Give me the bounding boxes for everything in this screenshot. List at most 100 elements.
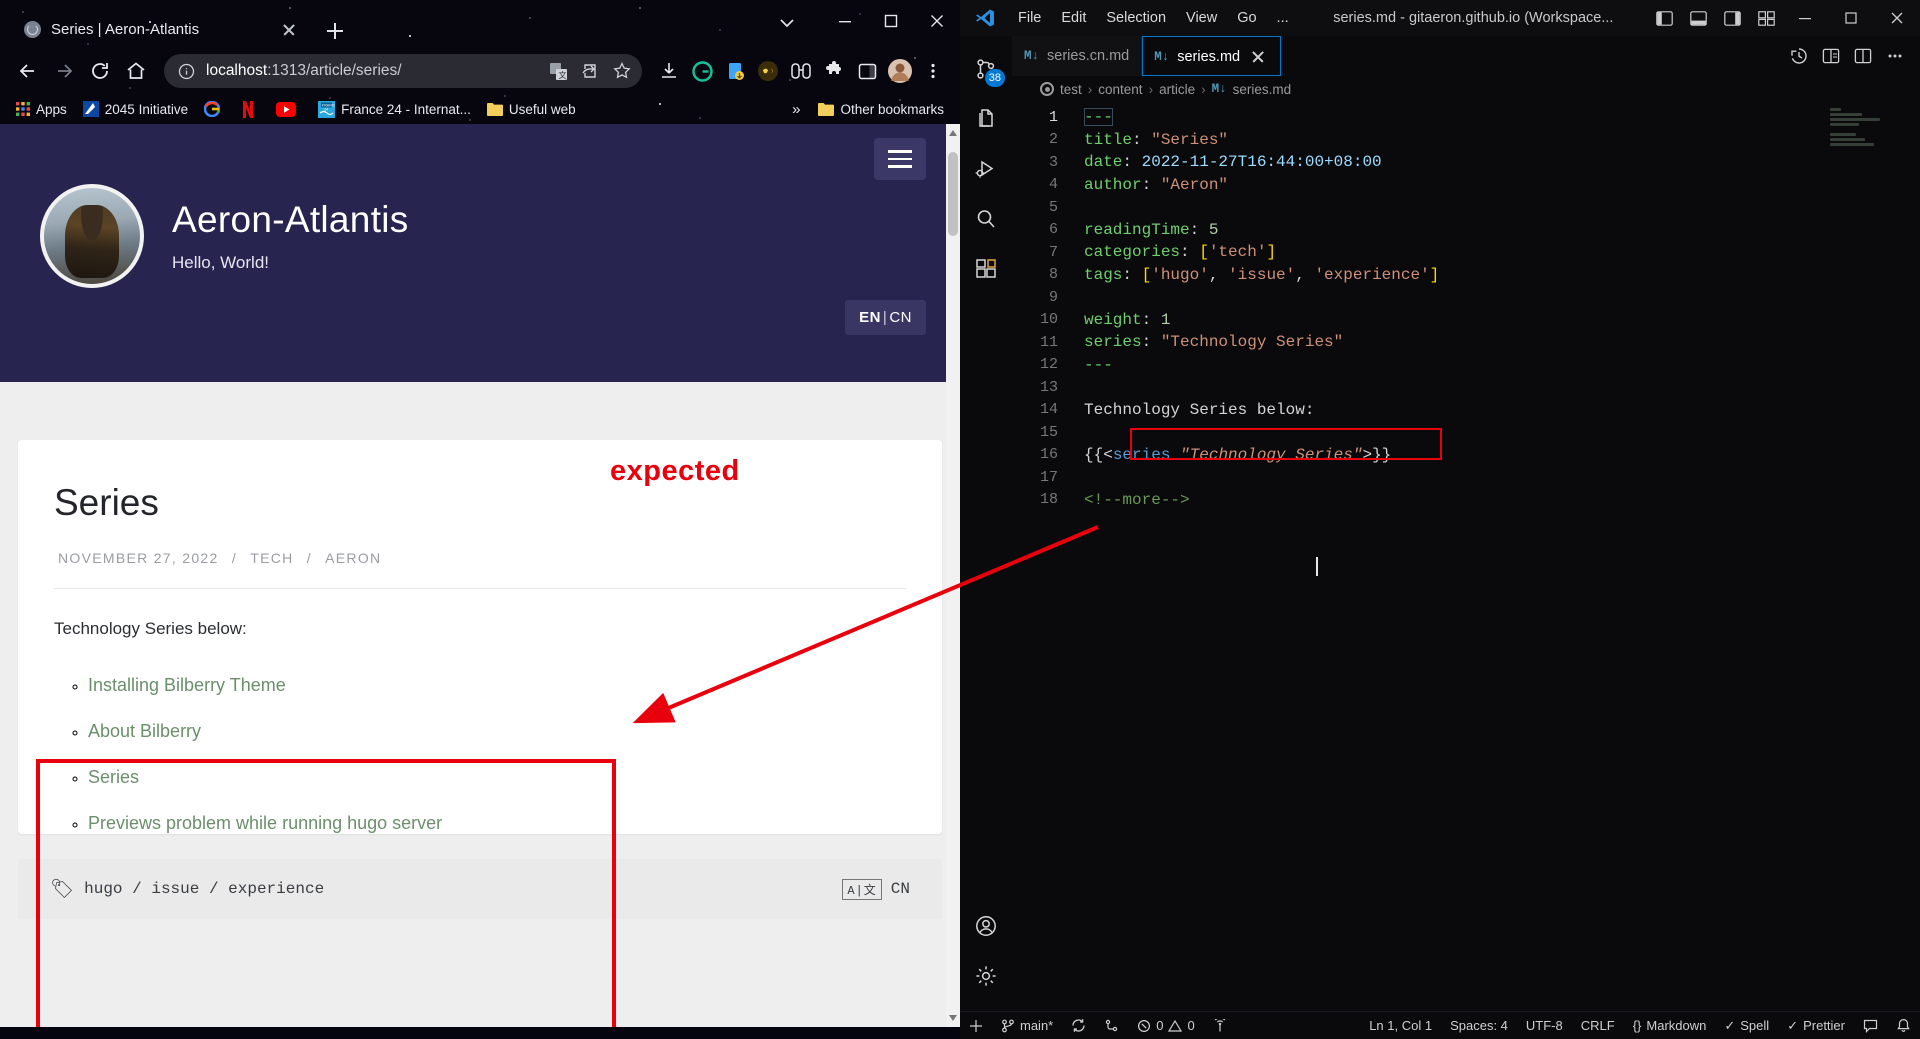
toggle-primary-sidebar-icon[interactable]: [1648, 4, 1680, 32]
scrollbar-thumb[interactable]: [948, 152, 958, 236]
activity-account-icon[interactable]: [960, 901, 1012, 951]
status-encoding[interactable]: UTF-8: [1517, 1012, 1572, 1039]
bookmark-france24[interactable]: FRANCE24 France 24 - Internat...: [312, 99, 477, 120]
bookmark-google[interactable]: [198, 99, 232, 119]
site-info-icon[interactable]: [174, 59, 198, 83]
code-line-text[interactable]: <!--more-->: [1084, 491, 1190, 509]
menu-selection[interactable]: Selection: [1096, 6, 1176, 30]
bookmark-apps[interactable]: Apps: [10, 100, 73, 119]
activity-run-debug-icon[interactable]: [960, 144, 1012, 194]
tags-text[interactable]: hugo / issue / experience: [84, 880, 324, 898]
forward-button[interactable]: [48, 55, 80, 87]
close-tab-icon[interactable]: [278, 18, 300, 40]
infinity-extension-icon[interactable]: [753, 56, 783, 86]
close-editor-tab-icon[interactable]: [1248, 47, 1268, 67]
series-link[interactable]: Previews problem while running hugo serv…: [88, 813, 442, 833]
site-menu-button[interactable]: [874, 138, 926, 180]
code-line-text[interactable]: readingTime: 5: [1084, 221, 1218, 239]
language-switcher[interactable]: EN | CN: [845, 300, 926, 335]
breadcrumb-item[interactable]: content: [1098, 82, 1142, 97]
code-line-text[interactable]: weight: 1: [1084, 311, 1170, 329]
document-extension-icon[interactable]: [720, 56, 750, 86]
reload-button[interactable]: [84, 55, 116, 87]
bookmark-folder-useful-web[interactable]: Useful web: [481, 100, 582, 119]
code-line-text[interactable]: ---: [1084, 356, 1113, 374]
editor-tab-series[interactable]: M↓ series.md: [1142, 36, 1282, 76]
series-link[interactable]: Series: [88, 767, 139, 787]
translate-icon[interactable]: 文: [546, 59, 570, 83]
series-link[interactable]: About Bilberry: [88, 721, 201, 741]
timeline-history-icon[interactable]: [1784, 41, 1814, 71]
split-editor-icon[interactable]: [1848, 41, 1878, 71]
bookmark-2045-initiative[interactable]: 2045 Initiative: [77, 99, 194, 119]
minimize-button[interactable]: [822, 0, 868, 42]
toggle-secondary-sidebar-icon[interactable]: [1716, 4, 1748, 32]
scroll-down-icon[interactable]: [946, 1011, 960, 1025]
activity-explorer-icon[interactable]: [960, 94, 1012, 144]
bookmarks-overflow-button[interactable]: »: [786, 99, 806, 120]
puzzle-extensions-icon[interactable]: [819, 56, 849, 86]
vscode-maximize-button[interactable]: [1828, 0, 1874, 36]
editor-more-actions-icon[interactable]: [1880, 41, 1910, 71]
code-line-text[interactable]: categories: ['tech']: [1084, 243, 1276, 261]
menu-file[interactable]: File: [1008, 6, 1051, 30]
status-eol[interactable]: CRLF: [1572, 1012, 1624, 1039]
browser-menu-icon[interactable]: [918, 56, 948, 86]
browser-tab-series[interactable]: Series | Aeron-Atlantis: [10, 10, 310, 48]
new-tab-button[interactable]: [318, 14, 352, 48]
minimap[interactable]: [1830, 108, 1906, 148]
breadcrumb-item[interactable]: article: [1159, 82, 1195, 97]
code-editor[interactable]: 1 --- 2 title: "Series" 3 date: 2022-11-27T16…: [1012, 102, 1920, 1011]
status-spell-checker[interactable]: ✓ Spell: [1715, 1012, 1778, 1039]
binoculars-extension-icon[interactable]: [786, 56, 816, 86]
lang-en[interactable]: EN: [859, 309, 881, 326]
menu-edit[interactable]: Edit: [1051, 6, 1096, 30]
address-bar[interactable]: localhost:1313/article/series/ 文: [164, 54, 642, 88]
scroll-up-icon[interactable]: [946, 126, 960, 140]
post-category[interactable]: TECH: [250, 550, 293, 566]
chevron-down-icon[interactable]: [774, 10, 800, 36]
home-button[interactable]: [120, 55, 152, 87]
open-preview-icon[interactable]: [1816, 41, 1846, 71]
page-scrollbar[interactable]: [946, 124, 960, 1027]
bookmark-youtube[interactable]: [270, 100, 308, 119]
grammarly-extension-icon[interactable]: [687, 56, 717, 86]
bookmark-other-bookmarks[interactable]: Other bookmarks: [812, 100, 950, 119]
menu-more[interactable]: ...: [1267, 6, 1299, 30]
status-branch[interactable]: main*: [992, 1012, 1062, 1039]
breadcrumb-item[interactable]: series.md: [1233, 82, 1292, 97]
code-line-text[interactable]: title: "Series": [1084, 131, 1228, 149]
status-cursor-position[interactable]: Ln 1, Col 1: [1360, 1012, 1441, 1039]
editor-tab-series-cn[interactable]: M↓ series.cn.md: [1012, 36, 1143, 76]
status-problems[interactable]: 0 0: [1128, 1012, 1203, 1039]
menu-view[interactable]: View: [1176, 6, 1227, 30]
status-ports-icon[interactable]: [1095, 1012, 1128, 1039]
activity-extensions-icon[interactable]: [960, 244, 1012, 294]
code-line-text[interactable]: tags: ['hugo', 'issue', 'experience']: [1084, 266, 1439, 284]
vscode-minimize-button[interactable]: [1782, 0, 1828, 36]
series-link[interactable]: Installing Bilberry Theme: [88, 675, 286, 695]
downloads-icon[interactable]: [654, 56, 684, 86]
lang-cn[interactable]: CN: [889, 309, 912, 326]
code-line-text[interactable]: ---: [1084, 108, 1113, 126]
bookmark-star-icon[interactable]: [610, 59, 634, 83]
maximize-button[interactable]: [868, 0, 914, 42]
status-feedback-icon[interactable]: [1854, 1012, 1887, 1039]
back-button[interactable]: [12, 55, 44, 87]
status-sync-icon[interactable]: [1062, 1012, 1095, 1039]
status-prettier[interactable]: ✓ Prettier: [1778, 1012, 1854, 1039]
status-indentation[interactable]: Spaces: 4: [1441, 1012, 1517, 1039]
activity-source-control-icon[interactable]: 38: [960, 44, 1012, 94]
translate-toggle[interactable]: A|文 CN: [842, 878, 910, 900]
status-bell-icon[interactable]: [1887, 1012, 1920, 1039]
menu-go[interactable]: Go: [1227, 6, 1266, 30]
share-icon[interactable]: [578, 59, 602, 83]
toggle-panel-icon[interactable]: [1682, 4, 1714, 32]
activity-settings-gear-icon[interactable]: [960, 951, 1012, 1001]
breadcrumb-item[interactable]: test: [1060, 82, 1082, 97]
code-line-text[interactable]: date: 2022-11-27T16:44:00+08:00: [1084, 153, 1382, 171]
vscode-close-button[interactable]: [1874, 0, 1920, 36]
customize-layout-icon[interactable]: [1750, 4, 1782, 32]
activity-search-icon[interactable]: [960, 194, 1012, 244]
sidepanel-icon[interactable]: [852, 56, 882, 86]
